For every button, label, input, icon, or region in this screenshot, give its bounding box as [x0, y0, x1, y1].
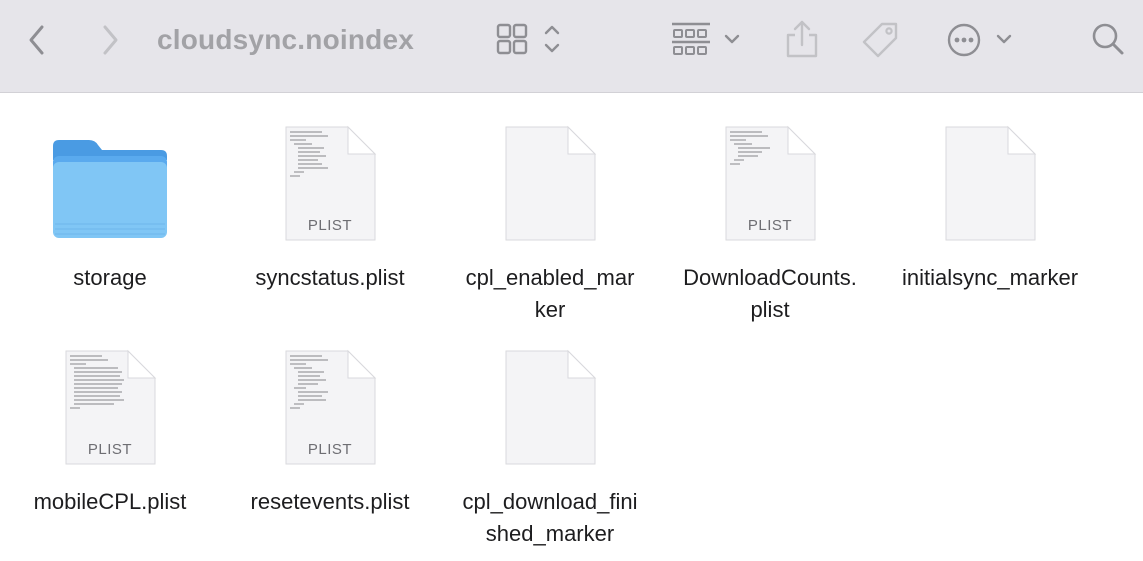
file-item-mobilecpl[interactable]: PLIST mobileCPL.plist: [5, 348, 215, 548]
file-item-syncstatus[interactable]: PLIST syncstatus.plist: [225, 124, 435, 324]
tag-icon: [862, 22, 898, 58]
window-title: cloudsync.noindex: [157, 24, 414, 55]
file-badge: PLIST: [88, 441, 132, 458]
group-by-icon: [672, 22, 740, 55]
share-button[interactable]: [784, 18, 820, 60]
file-badge: PLIST: [308, 441, 352, 458]
file-name: cpl_enabled_mar ker: [465, 265, 635, 322]
folder-icon: [53, 140, 167, 238]
toolbar: cloudsync.noindex: [0, 0, 1143, 93]
blank-document-icon: [945, 125, 1037, 241]
back-button[interactable]: [20, 22, 54, 58]
file-item-downloadcounts[interactable]: PLIST DownloadCounts. plist: [665, 124, 875, 324]
file-badge: PLIST: [308, 217, 352, 234]
plist-document-icon: PLIST: [285, 349, 377, 465]
file-name: syncstatus.plist: [255, 265, 405, 290]
view-mode-button[interactable]: [494, 20, 566, 60]
chevron-right-icon: [103, 25, 118, 55]
file-name: storage: [73, 265, 147, 290]
blank-document-icon: [505, 349, 597, 465]
file-item-resetevents[interactable]: PLIST resetevents.plist: [225, 348, 435, 548]
search-icon: [1092, 23, 1124, 55]
file-item-storage[interactable]: storage: [5, 124, 215, 324]
blank-document-icon: [505, 125, 597, 241]
file-name: mobileCPL.plist: [33, 489, 187, 514]
share-icon: [786, 20, 818, 58]
chevron-left-icon: [29, 25, 44, 55]
ellipsis-circle-icon: [947, 23, 1012, 57]
file-name: cpl_download_fini shed_marker: [462, 489, 638, 546]
plist-document-icon: PLIST: [65, 349, 157, 465]
file-name: resetevents.plist: [250, 489, 410, 514]
file-grid: storage PLIST syncstatus.plist cpl_enabl…: [0, 94, 1143, 561]
file-item-initialsync-marker[interactable]: initialsync_marker: [885, 124, 1095, 324]
file-item-cpl-enabled-marker[interactable]: cpl_enabled_mar ker: [445, 124, 655, 324]
plist-document-icon: PLIST: [285, 125, 377, 241]
search-button[interactable]: [1088, 20, 1130, 60]
forward-button[interactable]: [93, 22, 127, 58]
file-name: DownloadCounts. plist: [683, 265, 857, 322]
file-item-cpl-download-finished-marker[interactable]: cpl_download_fini shed_marker: [445, 348, 655, 558]
file-name: initialsync_marker: [901, 265, 1079, 290]
group-by-button[interactable]: [670, 20, 746, 60]
grid-view-icon: [496, 23, 560, 55]
tag-button[interactable]: [858, 20, 902, 60]
more-actions-button[interactable]: [944, 20, 1018, 60]
plist-document-icon: PLIST: [725, 125, 817, 241]
file-badge: PLIST: [748, 217, 792, 234]
